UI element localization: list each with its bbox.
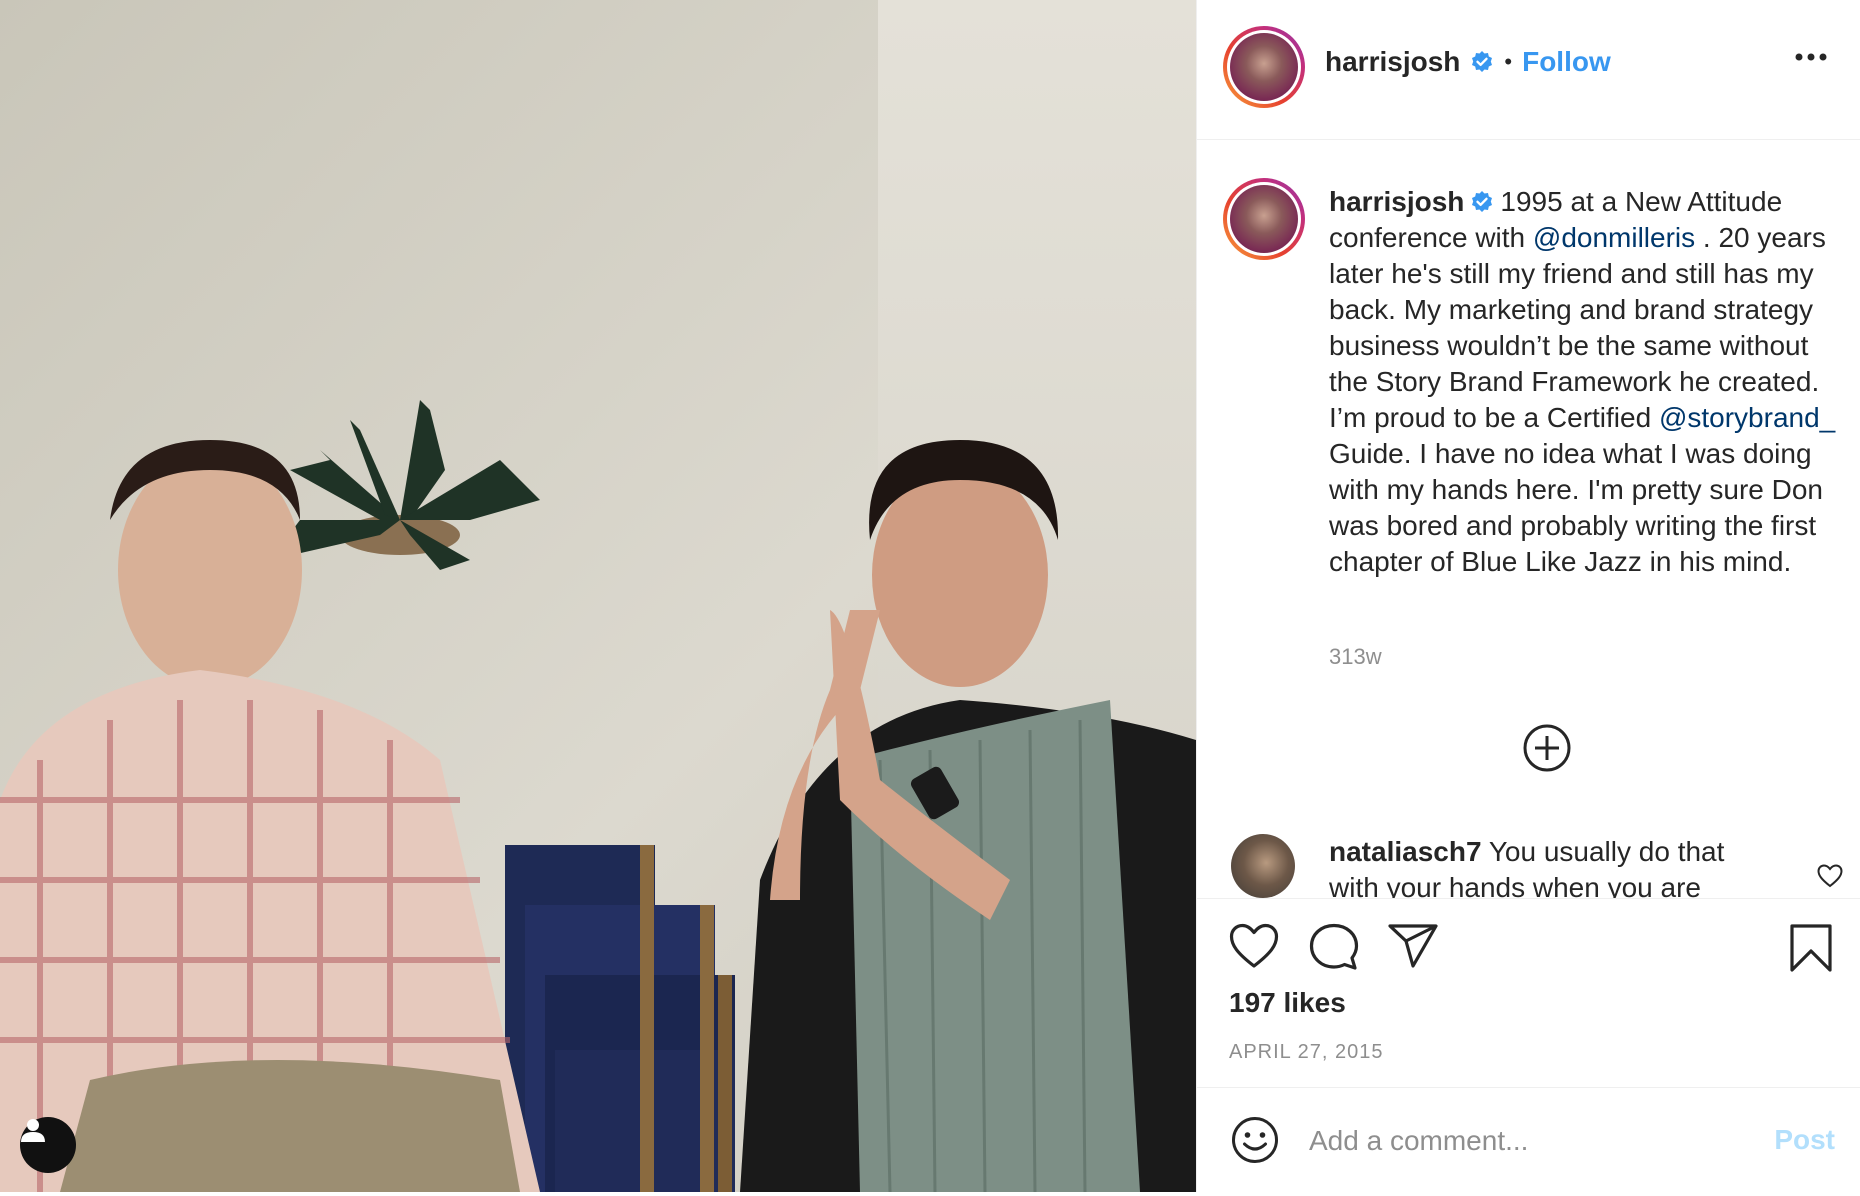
comment-input[interactable] [1307,1118,1731,1164]
post-header: harrisjosh • Follow [1197,0,1860,140]
comment-bubble-icon[interactable] [1309,923,1359,971]
mention-link-donmilleris[interactable]: @donmilleris [1533,222,1695,253]
author-avatar[interactable] [1223,26,1305,108]
heart-icon[interactable] [1229,923,1279,969]
more-options-icon[interactable] [1795,52,1827,62]
bookmark-icon[interactable] [1789,923,1833,973]
verified-badge-icon [1472,51,1493,72]
comment-like-heart-icon[interactable] [1817,864,1843,888]
photo-illustration [0,0,1196,1192]
post-comment-button[interactable]: Post [1774,1124,1835,1156]
author-username[interactable]: harrisjosh [1325,46,1460,78]
mention-link-storybrand[interactable]: @storybrand_ [1659,402,1835,433]
comment-item: nataliasch7 You usually do that with you… [1197,820,1860,898]
caption-time-ago[interactable]: 313w [1329,644,1382,670]
add-comment-bar: Post [1197,1087,1860,1196]
post-photo[interactable] [0,0,1196,1192]
commenter-username[interactable]: nataliasch7 [1329,836,1482,867]
post-date[interactable]: APRIL 27, 2015 [1229,1041,1383,1064]
post-caption: harrisjosh 1995 at a New Attitude confer… [1329,184,1849,580]
verified-badge-icon [1472,190,1493,212]
paper-plane-icon[interactable] [1387,923,1439,969]
caption-text-part-3: Guide. I have no idea what I was doing w… [1329,438,1823,577]
comment-body: nataliasch7 You usually do that with you… [1329,834,1759,898]
post-actions-section: 197 likes APRIL 27, 2015 Post [1197,898,1860,1195]
commenter-avatar[interactable] [1231,834,1295,898]
header-separator: • [1504,49,1513,74]
caption-username[interactable]: harrisjosh [1329,186,1464,217]
emoji-icon[interactable] [1231,1116,1279,1164]
user-tag-button[interactable] [20,1117,76,1173]
follow-button[interactable]: Follow [1522,46,1611,78]
user-tag-icon [21,1119,45,1142]
likes-count[interactable]: 197 likes [1229,987,1346,1019]
post-side-panel: harrisjosh • Follow harrisjosh 1995 at a… [1196,0,1860,1192]
load-more-comments-icon[interactable] [1522,723,1572,773]
caption-author-avatar[interactable] [1223,178,1305,260]
